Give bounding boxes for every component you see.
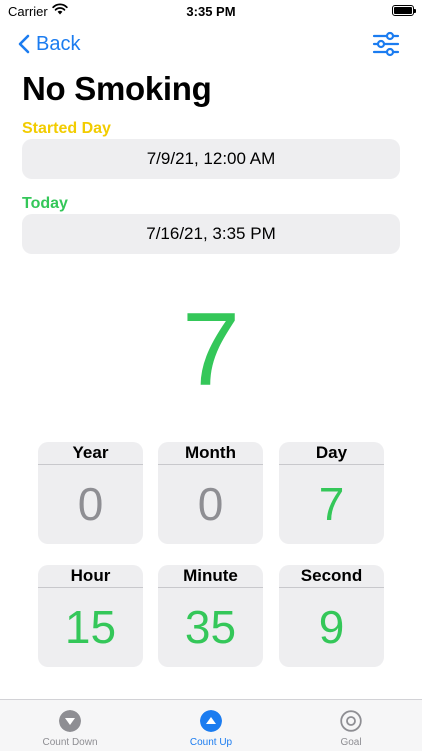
arrow-up-circle-icon xyxy=(200,710,222,732)
chevron-left-icon xyxy=(18,34,30,54)
day-counter: 7 xyxy=(182,292,240,408)
tab-count-down-label: Count Down xyxy=(42,737,98,748)
back-button-label: Back xyxy=(36,32,81,55)
started-day-label: Started Day xyxy=(22,120,111,137)
tab-count-up[interactable]: Count Up xyxy=(141,700,281,751)
status-time: 3:35 PM xyxy=(186,4,236,19)
tab-count-up-label: Count Up xyxy=(189,737,233,748)
minute-value: 35 xyxy=(184,601,237,653)
today-field[interactable]: 7/16/21, 3:35 PM xyxy=(22,214,400,254)
target-circle-icon xyxy=(340,710,362,732)
day-label: Day xyxy=(279,442,384,465)
tab-bar: Count Down Count Up Goal xyxy=(0,699,422,751)
started-day-field[interactable]: 7/9/21, 12:00 AM xyxy=(22,139,400,179)
month-cell: Month 0 xyxy=(158,442,263,544)
tab-goal[interactable]: Goal xyxy=(281,700,421,751)
hour-cell: Hour 15 xyxy=(38,565,143,667)
second-cell: Second 9 xyxy=(279,565,384,667)
second-label: Second xyxy=(279,565,384,588)
tab-goal-label: Goal xyxy=(340,737,362,748)
year-cell: Year 0 xyxy=(38,442,143,544)
minute-label: Minute xyxy=(158,565,263,588)
hour-value: 15 xyxy=(64,601,117,653)
back-button[interactable]: Back xyxy=(18,30,80,58)
tab-count-down[interactable]: Count Down xyxy=(0,700,140,751)
minute-cell: Minute 35 xyxy=(158,565,263,667)
hour-label: Hour xyxy=(38,565,143,588)
today-label: Today xyxy=(22,195,68,212)
month-label: Month xyxy=(158,442,263,465)
battery-icon xyxy=(392,5,416,16)
year-label: Year xyxy=(38,442,143,465)
month-value: 0 xyxy=(197,478,224,530)
second-value: 9 xyxy=(318,601,345,653)
sliders-icon[interactable] xyxy=(372,31,400,57)
year-value: 0 xyxy=(77,478,104,530)
arrow-down-circle-icon xyxy=(59,710,81,732)
day-cell: Day 7 xyxy=(279,442,384,544)
day-value: 7 xyxy=(318,478,345,530)
page-title: No Smoking xyxy=(22,70,212,107)
status-bar: Carrier 3:35 PM xyxy=(0,0,422,24)
